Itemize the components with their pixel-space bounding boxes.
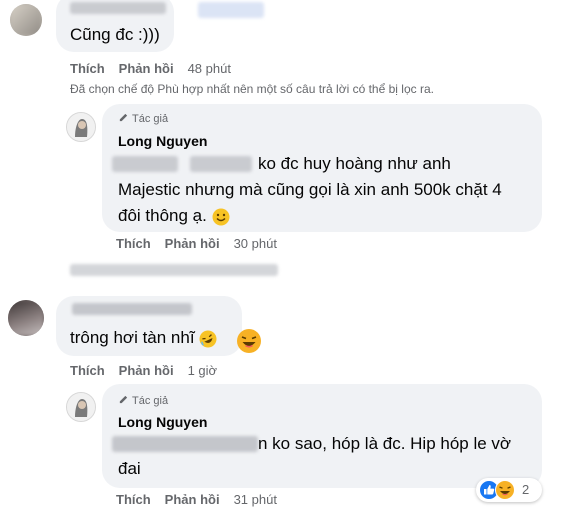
haha-emoji-icon (237, 329, 261, 353)
comment-time[interactable]: 1 giờ (188, 363, 218, 378)
author-name[interactable]: Long Nguyen (118, 133, 207, 149)
reply-time[interactable]: 30 phút (234, 236, 277, 251)
comment-actions: Thích Phản hồi 1 giờ (70, 363, 231, 378)
reaction-count: 2 (522, 482, 530, 497)
blurred-mention (112, 156, 178, 172)
smile-emoji-icon (212, 208, 230, 226)
reply-text-line: đôi thông ạ. (118, 203, 230, 229)
reply-text-line: đai (118, 459, 141, 478)
reply-button[interactable]: Phản hồi (119, 61, 174, 76)
reply-button[interactable]: Phản hồi (165, 492, 220, 507)
reply-button[interactable]: Phản hồi (165, 236, 220, 251)
author-badge: Tác giả (118, 394, 168, 407)
blurred-view-more (70, 264, 278, 276)
reply-time[interactable]: 31 phút (234, 492, 277, 507)
blurred-mention (112, 436, 258, 452)
like-button[interactable]: Thích (116, 492, 151, 507)
pencil-icon (119, 395, 128, 404)
blurred-commenter-name (72, 303, 192, 315)
comment-actions: Thích Phản hồi 48 phút (70, 61, 245, 76)
reply-actions: Thích Phản hồi 30 phút (116, 236, 291, 251)
like-button[interactable]: Thích (70, 363, 105, 378)
author-portrait-icon (67, 113, 95, 141)
author-avatar[interactable] (66, 112, 96, 142)
blurred-mention (190, 156, 252, 172)
blurred-commenter-name (70, 2, 166, 14)
comment-text: Cũng đc :))) (70, 25, 160, 44)
author-name[interactable]: Long Nguyen (118, 414, 207, 430)
author-avatar[interactable] (66, 392, 96, 422)
reply-actions: Thích Phản hồi 31 phút (116, 492, 291, 507)
reply-text-line: ko đc huy hoàng như anh (258, 154, 451, 173)
reply-text-line: Majestic nhưng mà cũng gọi là xin anh 50… (118, 180, 502, 199)
pencil-icon (119, 113, 128, 122)
reply-text-line: n ko sao, hóp là đc. Hip hóp le vờ (258, 434, 512, 453)
author-badge: Tác giả (118, 112, 168, 125)
commenter-avatar[interactable] (8, 300, 44, 336)
filter-notice: Đã chọn chế độ Phù hợp nhất nên một số c… (70, 82, 434, 96)
comment-text: trông hơi tàn nhĩ (70, 325, 217, 351)
rolling-laughing-emoji-icon (199, 330, 217, 348)
like-button[interactable]: Thích (116, 236, 151, 251)
commenter-avatar[interactable] (10, 4, 42, 36)
reaction-summary[interactable]: 2 (476, 478, 542, 502)
haha-icon (495, 480, 515, 500)
reply-button[interactable]: Phản hồi (119, 363, 174, 378)
blurred-redaction (198, 2, 264, 18)
like-button[interactable]: Thích (70, 61, 105, 76)
author-portrait-icon (67, 393, 95, 421)
comment-time[interactable]: 48 phút (188, 61, 231, 76)
